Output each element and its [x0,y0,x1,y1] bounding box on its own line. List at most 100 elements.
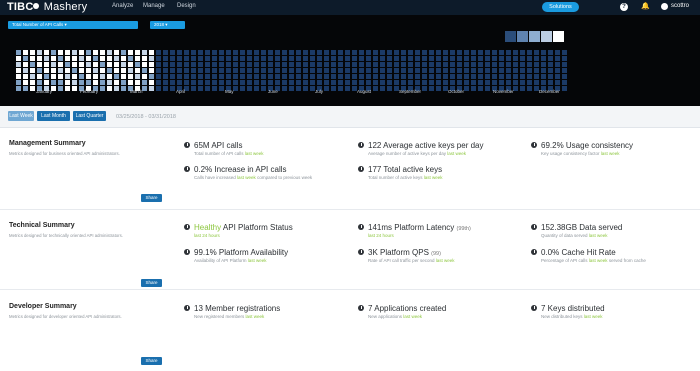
heatmap-cell[interactable] [170,62,175,67]
heatmap-cell[interactable] [380,80,385,85]
heatmap-cell[interactable] [310,74,315,79]
heatmap-cell[interactable] [457,80,462,85]
heatmap-cell[interactable] [156,62,161,67]
heatmap-cell[interactable] [436,68,441,73]
heatmap-cell[interactable] [156,80,161,85]
heatmap-cell[interactable] [492,56,497,61]
heatmap-cell[interactable] [37,62,42,67]
heatmap-cell[interactable] [72,74,77,79]
heatmap-cell[interactable] [436,50,441,55]
heatmap-cell[interactable] [506,50,511,55]
heatmap-cell[interactable] [464,68,469,73]
heatmap-cell[interactable] [387,50,392,55]
heatmap-cell[interactable] [401,74,406,79]
heatmap-cell[interactable] [247,80,252,85]
last-quarter-button[interactable]: Last Quarter [73,111,106,121]
heatmap-cell[interactable] [331,74,336,79]
heatmap-cell[interactable] [527,62,532,67]
heatmap-cell[interactable] [331,62,336,67]
heatmap-cell[interactable] [261,68,266,73]
heatmap-cell[interactable] [296,74,301,79]
heatmap-cell[interactable] [373,86,378,91]
heatmap-cell[interactable] [135,74,140,79]
heatmap-cell[interactable] [37,56,42,61]
nav-design[interactable]: Design [177,3,196,9]
heatmap-cell[interactable] [303,50,308,55]
heatmap-cell[interactable] [128,68,133,73]
heatmap-cell[interactable] [555,74,560,79]
heatmap-cell[interactable] [534,50,539,55]
period-link[interactable]: last week [584,314,603,319]
heatmap-cell[interactable] [51,68,56,73]
heatmap-cell[interactable] [51,74,56,79]
heatmap-cell[interactable] [114,74,119,79]
heatmap-cell[interactable] [128,80,133,85]
heatmap-cell[interactable] [156,50,161,55]
heatmap-cell[interactable] [338,50,343,55]
heatmap-cell[interactable] [373,56,378,61]
heatmap-cell[interactable] [548,80,553,85]
period-link[interactable]: last week [589,233,608,238]
heatmap-cell[interactable] [23,56,28,61]
heatmap-cell[interactable] [506,68,511,73]
heatmap-cell[interactable] [478,74,483,79]
heatmap-cell[interactable] [464,50,469,55]
heatmap-cell[interactable] [541,56,546,61]
heatmap-cell[interactable] [296,80,301,85]
heatmap-cell[interactable] [380,68,385,73]
heatmap-cell[interactable] [380,86,385,91]
heatmap-cell[interactable] [156,56,161,61]
heatmap-cell[interactable] [555,56,560,61]
heatmap-cell[interactable] [331,86,336,91]
heatmap-cell[interactable] [184,74,189,79]
heatmap-cell[interactable] [184,80,189,85]
heatmap-cell[interactable] [65,80,70,85]
heatmap-cell[interactable] [30,50,35,55]
heatmap-cell[interactable] [429,56,434,61]
heatmap-cell[interactable] [142,62,147,67]
heatmap-cell[interactable] [352,68,357,73]
heatmap-cell[interactable] [58,50,63,55]
heatmap-cell[interactable] [415,56,420,61]
heatmap-cell[interactable] [457,62,462,67]
heatmap-cell[interactable] [534,62,539,67]
heatmap-cell[interactable] [310,50,315,55]
heatmap-cell[interactable] [527,74,532,79]
heatmap-cell[interactable] [548,62,553,67]
heatmap-cell[interactable] [198,50,203,55]
heatmap-cell[interactable] [79,68,84,73]
heatmap-cell[interactable] [37,50,42,55]
heatmap-cell[interactable] [226,74,231,79]
heatmap-cell[interactable] [513,62,518,67]
heatmap-cell[interactable] [289,62,294,67]
heatmap-cell[interactable] [128,74,133,79]
heatmap-cell[interactable] [394,50,399,55]
heatmap-cell[interactable] [443,62,448,67]
heatmap-cell[interactable] [310,68,315,73]
period-link[interactable]: last week [436,258,455,263]
heatmap-cell[interactable] [135,80,140,85]
heatmap-cell[interactable] [170,80,175,85]
heatmap-cell[interactable] [303,56,308,61]
heatmap-cell[interactable] [177,56,182,61]
heatmap-cell[interactable] [205,62,210,67]
heatmap-cell[interactable] [16,68,21,73]
heatmap-cell[interactable] [478,56,483,61]
heatmap-cell[interactable] [534,74,539,79]
heatmap-cell[interactable] [135,62,140,67]
heatmap-cell[interactable] [352,74,357,79]
heatmap-cell[interactable] [219,80,224,85]
heatmap-cell[interactable] [282,62,287,67]
heatmap-cell[interactable] [93,56,98,61]
heatmap-cell[interactable] [359,50,364,55]
heatmap-cell[interactable] [58,80,63,85]
heatmap-cell[interactable] [121,74,126,79]
heatmap-cell[interactable] [23,86,28,91]
heatmap-cell[interactable] [177,74,182,79]
heatmap-cell[interactable] [107,50,112,55]
heatmap-cell[interactable] [401,68,406,73]
heatmap-cell[interactable] [247,68,252,73]
heatmap-cell[interactable] [443,68,448,73]
heatmap-cell[interactable] [520,50,525,55]
heatmap-cell[interactable] [240,56,245,61]
